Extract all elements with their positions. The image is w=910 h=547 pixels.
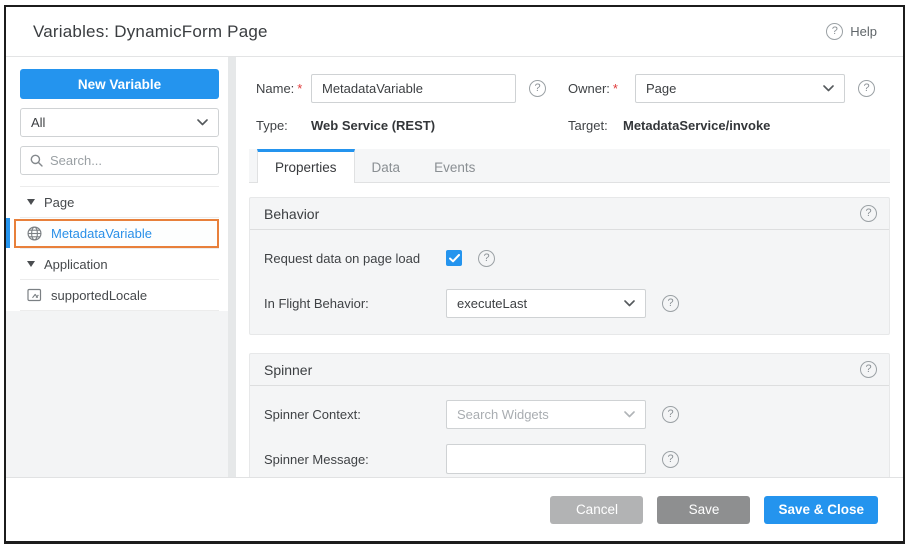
spinner-message-label: Spinner Message:	[264, 452, 446, 467]
variable-filter-select[interactable]: All	[20, 108, 219, 137]
editor-tabstrip: Properties Data Events	[249, 149, 890, 183]
inflight-behavior-label: In Flight Behavior:	[264, 296, 446, 311]
target-row: Target: MetadataService/invoke	[568, 118, 888, 133]
selected-indicator-bar	[6, 218, 10, 248]
required-marker: *	[297, 81, 302, 96]
tab-properties[interactable]: Properties	[257, 149, 355, 183]
spinner-section: Spinner ? Spinner Context: Search Widget…	[249, 353, 890, 477]
help-label: Help	[850, 24, 877, 39]
spinner-section-title: Spinner	[264, 362, 312, 378]
spinner-message-input[interactable]	[446, 444, 646, 474]
tab-events[interactable]: Events	[417, 149, 492, 182]
spinner-context-placeholder: Search Widgets	[457, 407, 549, 422]
type-row: Type: Web Service (REST)	[256, 118, 568, 133]
spinner-help-icon[interactable]: ?	[860, 361, 877, 378]
tree-item-label: supportedLocale	[51, 288, 147, 303]
owner-field-row: Owner:* Page ?	[568, 74, 888, 103]
request-data-help-icon[interactable]: ?	[478, 250, 495, 267]
variable-meta-form: Name:* ? Owner:* Page ?	[256, 74, 888, 133]
tree-group-page[interactable]: Page	[20, 187, 219, 218]
name-help-icon[interactable]: ?	[529, 80, 546, 97]
panel-divider	[228, 57, 236, 477]
variables-dialog: Variables: DynamicForm Page ? Help New V…	[4, 5, 905, 544]
new-variable-button[interactable]: New Variable	[20, 69, 219, 99]
dialog-footer: Cancel Save Save & Close	[6, 477, 903, 541]
help-button[interactable]: ? Help	[826, 23, 877, 40]
target-label: Target:	[568, 118, 623, 133]
chevron-down-icon	[624, 411, 635, 418]
request-data-row: Request data on page load ?	[264, 243, 875, 273]
spinner-section-body: Spinner Context: Search Widgets ? Spinne…	[250, 386, 889, 477]
dialog-body: New Variable All Page	[6, 57, 903, 477]
cancel-button[interactable]: Cancel	[550, 496, 643, 524]
inflight-behavior-help-icon[interactable]: ?	[662, 295, 679, 312]
tree-item-label: MetadataVariable	[51, 226, 152, 241]
help-question-icon: ?	[826, 23, 843, 40]
spinner-context-help-icon[interactable]: ?	[662, 406, 679, 423]
tab-data[interactable]: Data	[355, 149, 418, 182]
inflight-behavior-row: In Flight Behavior: executeLast ?	[264, 288, 875, 318]
spinner-context-label: Spinner Context:	[264, 407, 446, 422]
request-data-label: Request data on page load	[264, 251, 446, 266]
variables-tree: Page MetadataVariable Application	[20, 186, 219, 311]
spinner-message-help-icon[interactable]: ?	[662, 451, 679, 468]
spinner-message-row: Spinner Message: ?	[264, 444, 875, 474]
type-label: Type:	[256, 118, 311, 133]
owner-help-icon[interactable]: ?	[858, 80, 875, 97]
variable-editor-panel: Name:* ? Owner:* Page ?	[236, 57, 903, 477]
spinner-section-header: Spinner ?	[250, 354, 889, 386]
tree-item-supportedlocale[interactable]: supportedLocale	[20, 280, 219, 311]
target-value: MetadataService/invoke	[623, 118, 770, 133]
spinner-context-select[interactable]: Search Widgets	[446, 400, 646, 429]
dialog-title: Variables: DynamicForm Page	[33, 22, 268, 42]
tree-group-label: Page	[44, 195, 74, 210]
chevron-down-icon	[197, 119, 208, 126]
search-input[interactable]	[50, 153, 209, 168]
owner-select[interactable]: Page	[635, 74, 845, 103]
behavior-section-title: Behavior	[264, 206, 319, 222]
inflight-behavior-value: executeLast	[457, 296, 527, 311]
name-field-row: Name:* ?	[256, 74, 568, 103]
owner-label: Owner:*	[568, 81, 623, 96]
chevron-down-icon	[624, 300, 635, 307]
tree-group-label: Application	[44, 257, 108, 272]
behavior-section-body: Request data on page load ? In Flight Be…	[250, 230, 889, 334]
tree-item-metadatavariable[interactable]: MetadataVariable	[20, 218, 219, 249]
type-value: Web Service (REST)	[311, 118, 435, 133]
sidebar-search	[20, 146, 219, 175]
chevron-down-icon	[823, 85, 834, 92]
collapse-triangle-icon	[27, 261, 35, 267]
name-input[interactable]	[311, 74, 516, 103]
request-data-checkbox[interactable]	[446, 250, 462, 266]
required-marker: *	[613, 81, 618, 96]
variable-filter-value: All	[31, 115, 197, 130]
behavior-section-header: Behavior ?	[250, 198, 889, 230]
variables-sidebar: New Variable All Page	[6, 57, 228, 477]
tree-group-application[interactable]: Application	[20, 249, 219, 280]
screenshot-stage: Variables: DynamicForm Page ? Help New V…	[0, 0, 910, 547]
behavior-help-icon[interactable]: ?	[860, 205, 877, 222]
behavior-section: Behavior ? Request data on page load ?	[249, 197, 890, 335]
sidebar-empty-area	[6, 311, 228, 477]
spinner-context-row: Spinner Context: Search Widgets ?	[264, 399, 875, 429]
collapse-triangle-icon	[27, 199, 35, 205]
save-button[interactable]: Save	[657, 496, 750, 524]
inflight-behavior-select[interactable]: executeLast	[446, 289, 646, 318]
globe-icon	[27, 226, 42, 241]
locale-icon	[27, 288, 42, 302]
owner-select-value: Page	[646, 81, 676, 96]
dialog-header: Variables: DynamicForm Page ? Help	[6, 7, 903, 57]
save-close-button[interactable]: Save & Close	[764, 496, 878, 524]
search-icon	[30, 154, 43, 167]
name-label: Name:*	[256, 81, 302, 96]
